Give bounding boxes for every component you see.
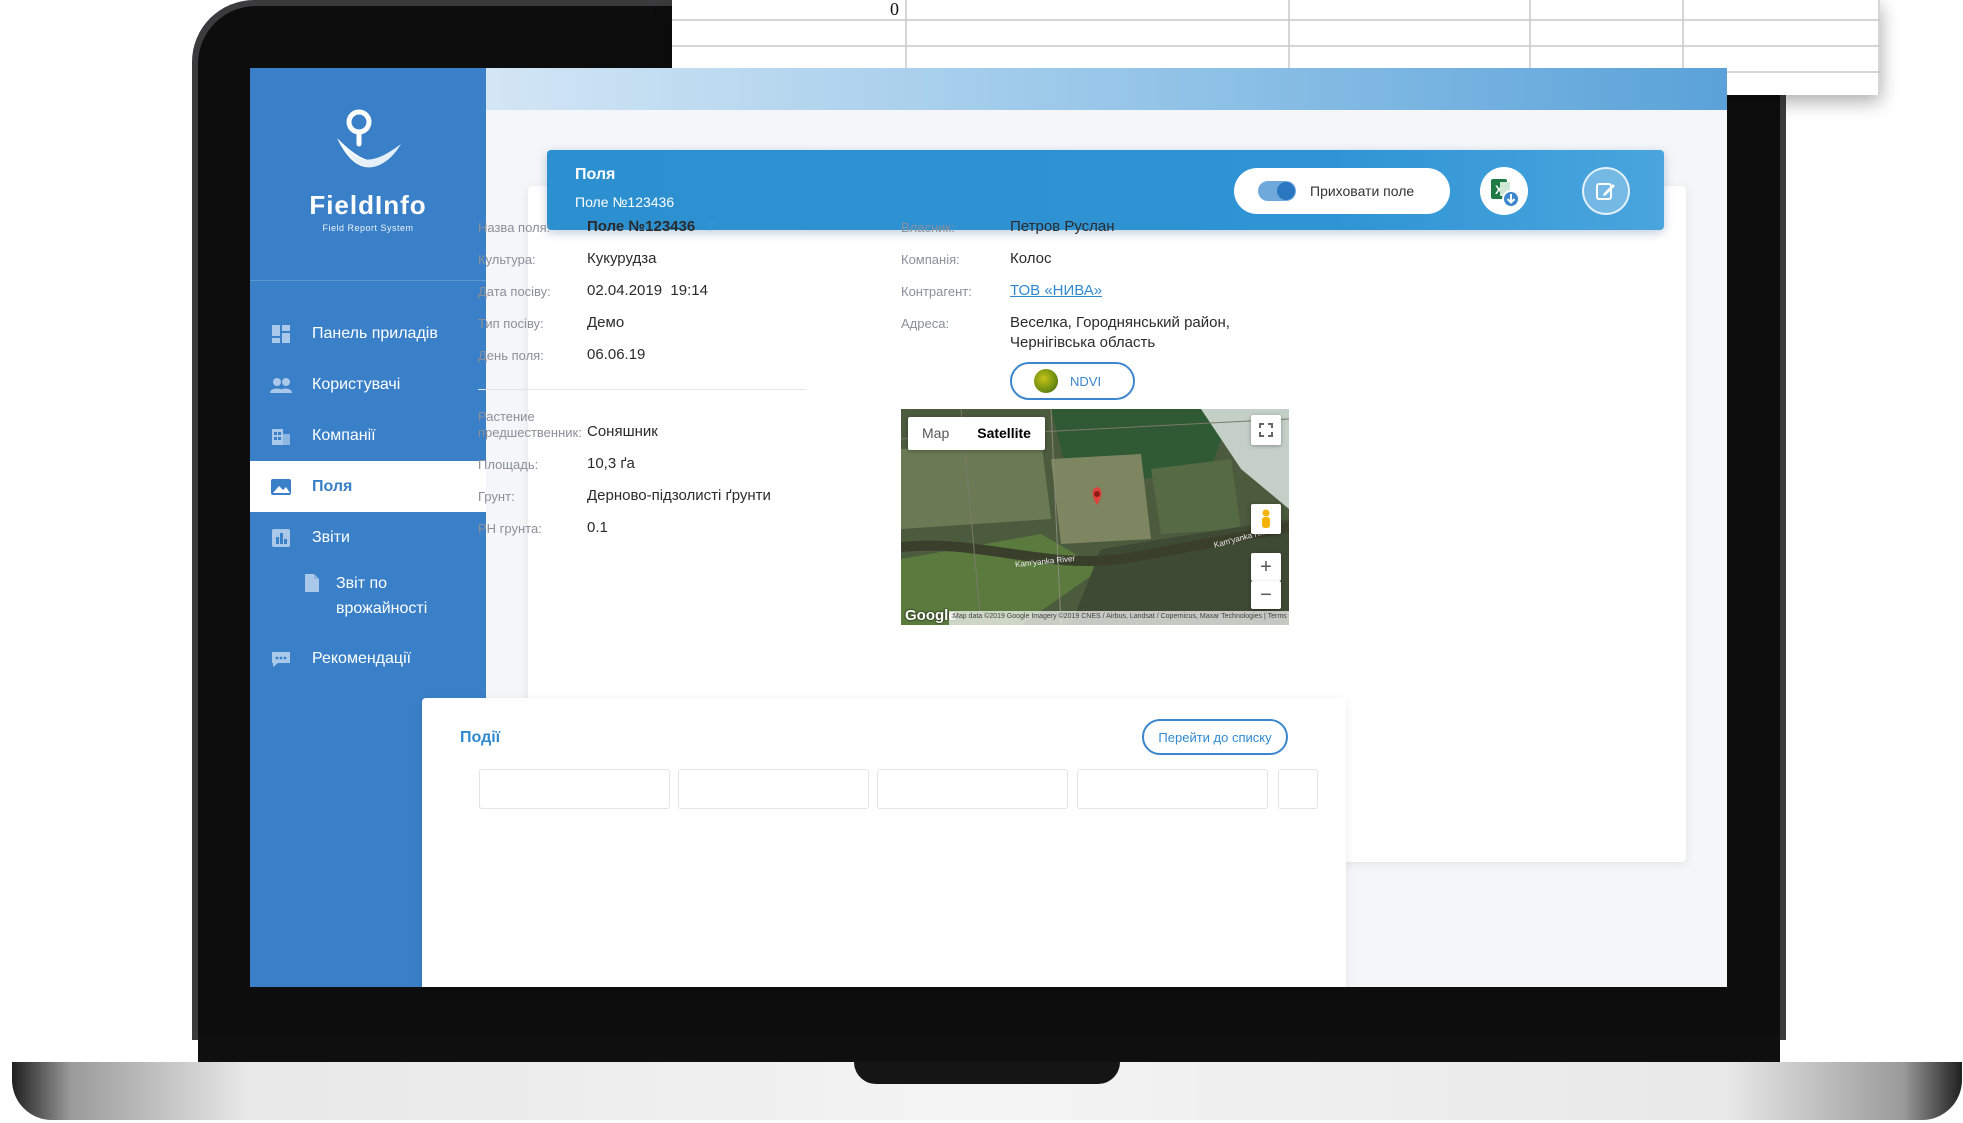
chat-icon bbox=[270, 648, 292, 670]
page-title: Поля bbox=[575, 166, 616, 183]
fullscreen-button[interactable] bbox=[1251, 415, 1281, 445]
sidebar-item-label: Користувачі bbox=[312, 375, 401, 393]
section-divider bbox=[478, 389, 806, 390]
predecessor-label-line1: Растение bbox=[478, 409, 535, 424]
sidebar-item-label: Панель приладів bbox=[312, 324, 438, 342]
users-icon bbox=[270, 374, 292, 396]
toggle-switch[interactable] bbox=[1258, 181, 1296, 201]
sidebar-item-label: Звіти bbox=[312, 528, 350, 546]
sidebar-item-label: Звіт по врожайності bbox=[336, 575, 428, 617]
logo-name: FieldInfo bbox=[309, 190, 427, 220]
predecessor-label-line2: предшественник: bbox=[478, 425, 582, 440]
address-label: Адреса: bbox=[901, 316, 950, 331]
ph-value: 0.1 bbox=[587, 519, 608, 536]
company-value: Колос bbox=[1010, 250, 1052, 267]
sowing-type-label: Тип посіву: bbox=[478, 316, 544, 331]
sowing-type-value: Демо bbox=[587, 314, 625, 331]
satellite-map[interactable]: Kam'yanka River Kam'yanka River Map Sate… bbox=[901, 409, 1289, 625]
edit-button[interactable] bbox=[1582, 167, 1630, 215]
area-label: Площадь: bbox=[478, 457, 539, 472]
address-value-line1: Веселка, Городнянський район, bbox=[1010, 314, 1230, 331]
predecessor-value: Соняшник bbox=[587, 423, 658, 440]
laptop-mockup: 0 0 bbox=[0, 0, 1963, 1123]
field-day-value: 06.06.19 bbox=[587, 346, 646, 363]
tab-map[interactable]: Map bbox=[908, 417, 963, 450]
sidebar-item-users[interactable]: Користувачі bbox=[250, 359, 486, 410]
tab-satellite[interactable]: Satellite bbox=[963, 417, 1045, 450]
map-type-tabs: Map Satellite bbox=[908, 417, 1045, 450]
soil-label: Грунт: bbox=[478, 489, 515, 504]
sidebar-item-companies[interactable]: Компанії bbox=[250, 410, 486, 461]
area-value: 10,3 ґа bbox=[587, 455, 635, 472]
hide-field-toggle[interactable]: Приховати поле bbox=[1234, 168, 1450, 214]
ph-label: PH грунта: bbox=[478, 521, 542, 536]
ndvi-label: NDVI bbox=[1070, 373, 1102, 389]
send-icon[interactable] bbox=[700, 218, 716, 237]
address-value-line2: Чернігівська область bbox=[1010, 334, 1156, 351]
zoom-in-button[interactable]: + bbox=[1251, 553, 1281, 581]
logo[interactable]: FieldInfo Field Report System bbox=[250, 108, 486, 233]
sidebar-item-yield-report[interactable]: Звіт по врожайності bbox=[250, 563, 486, 633]
image-icon bbox=[270, 476, 292, 498]
export-excel-button[interactable]: X bbox=[1480, 167, 1528, 215]
sidebar-item-label: Рекомендації bbox=[312, 649, 412, 667]
dashboard-icon bbox=[270, 323, 292, 345]
event-card[interactable] bbox=[678, 769, 869, 809]
sidebar-item-dashboard[interactable]: Панель приладів bbox=[250, 308, 486, 359]
map-attribution[interactable]: Map data ©2019 Google Imagery ©2019 CNES… bbox=[949, 611, 1289, 625]
edit-icon bbox=[1596, 183, 1615, 200]
event-card[interactable] bbox=[877, 769, 1068, 809]
sowing-date-label: Дата посіву: bbox=[478, 284, 551, 299]
ndvi-button[interactable]: NDVI bbox=[1010, 362, 1135, 400]
counterparty-label: Контрагент: bbox=[901, 284, 972, 299]
pegman-icon bbox=[1262, 509, 1270, 528]
sidebar-item-fields[interactable]: Поля bbox=[250, 461, 486, 512]
sidebar-divider bbox=[250, 280, 486, 281]
sidebar-item-recommendations[interactable]: Рекомендації bbox=[250, 633, 486, 684]
fullscreen-icon bbox=[1259, 423, 1273, 437]
event-card[interactable] bbox=[1077, 769, 1268, 809]
owner-label: Власник: bbox=[901, 220, 955, 235]
toggle-label: Приховати поле bbox=[1310, 183, 1415, 199]
logo-icon bbox=[337, 109, 401, 168]
top-strip bbox=[486, 68, 1727, 110]
company-label: Компанія: bbox=[901, 252, 960, 267]
building-icon bbox=[270, 425, 292, 447]
zoom-out-button[interactable]: − bbox=[1251, 581, 1281, 609]
go-to-list-button[interactable]: Перейти до списку bbox=[1142, 719, 1288, 755]
chart-icon bbox=[270, 527, 292, 549]
sowing-date-value: 02.04.2019 19:14 bbox=[587, 282, 708, 299]
page-subtitle: Поле №123436 bbox=[575, 194, 675, 210]
field-name-value: Поле №123436 bbox=[587, 218, 696, 235]
counterparty-link[interactable]: ТОВ «НИВА» bbox=[1010, 282, 1102, 299]
app-screen: FieldInfo Field Report System Панель при… bbox=[250, 68, 1727, 987]
sidebar-item-reports[interactable]: Звіти bbox=[250, 512, 486, 563]
soil-value: Дерново-підзолисті ґрунти bbox=[587, 487, 771, 504]
field-day-label: День поля: bbox=[478, 348, 544, 363]
pegman-button[interactable] bbox=[1251, 504, 1281, 534]
owner-value: Петров Руслан bbox=[1010, 218, 1115, 235]
sidebar-item-label: Поля bbox=[312, 477, 353, 495]
culture-label: Культура: bbox=[478, 252, 536, 267]
sidebar-nav: Панель приладів Користувачі Компанії Пол… bbox=[250, 308, 486, 684]
ndvi-icon bbox=[1034, 369, 1058, 393]
document-icon bbox=[304, 571, 326, 601]
sidebar-item-label: Компанії bbox=[312, 426, 376, 444]
logo-tagline: Field Report System bbox=[322, 223, 414, 233]
culture-value: Кукурудза bbox=[587, 250, 657, 267]
event-card[interactable] bbox=[479, 769, 670, 809]
excel-download-icon: X bbox=[1491, 179, 1520, 208]
laptop-hinge bbox=[198, 1036, 1780, 1062]
laptop-notch bbox=[854, 1062, 1120, 1084]
field-name-label: Назва поля: bbox=[478, 220, 551, 235]
events-title: Події bbox=[460, 729, 501, 746]
event-card[interactable] bbox=[1278, 769, 1318, 809]
spreadsheet-cell-front: 0 bbox=[890, 0, 899, 19]
